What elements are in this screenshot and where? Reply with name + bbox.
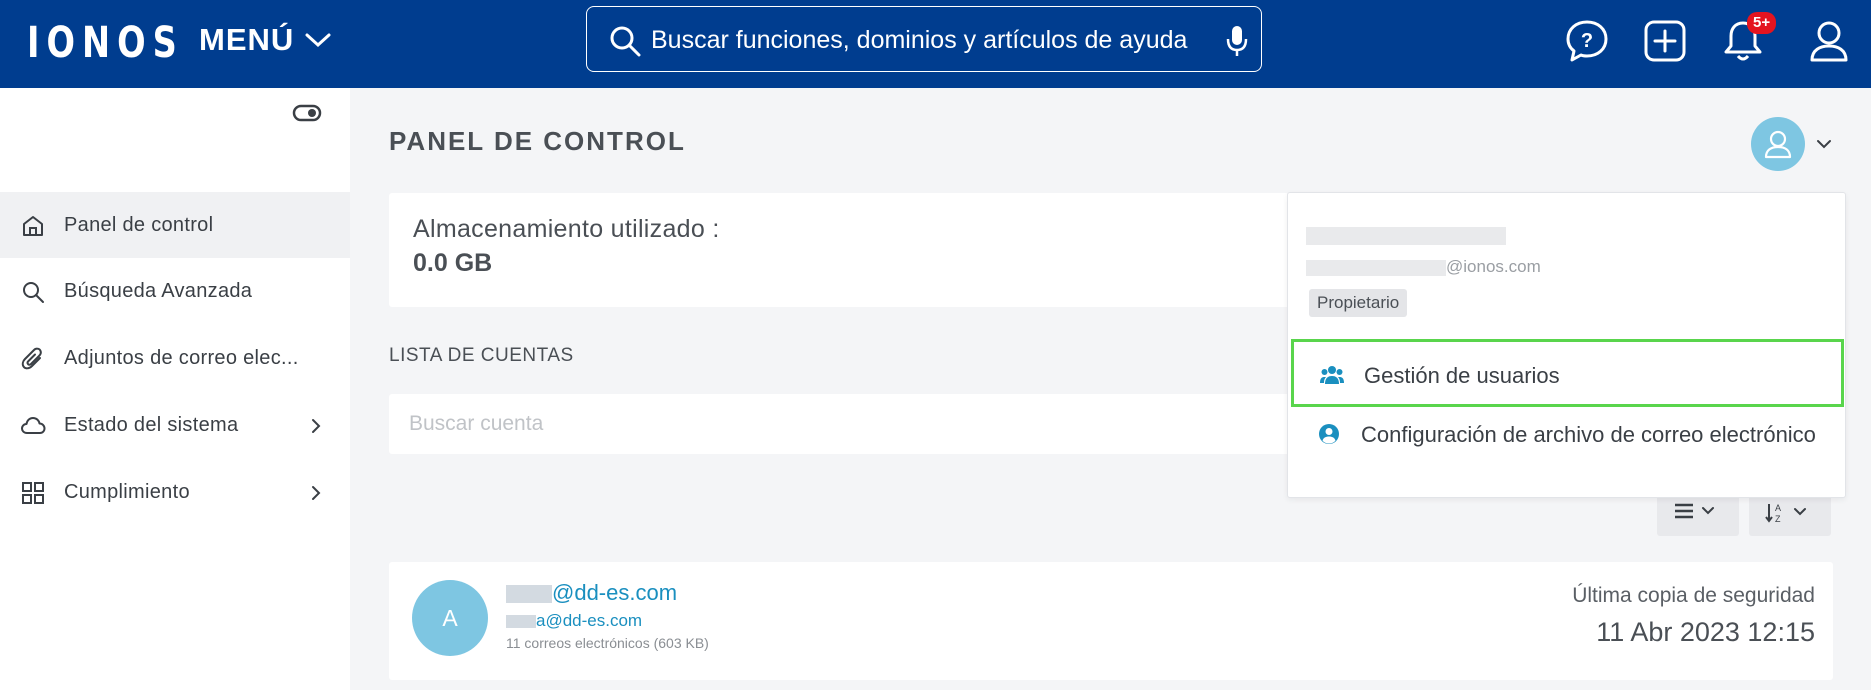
top-bar: IONOS MENÚ ? 5+ [0,0,1871,88]
backup-date: 11 Abr 2023 12:15 [1596,617,1815,647]
grid-icon [22,482,44,504]
user-circle-icon [1319,424,1339,444]
redacted-text [506,585,552,603]
role-badge: Propietario [1309,289,1408,317]
account-row[interactable]: A @dd-es.com a@dd-es.com 11 correos elec… [389,562,1833,680]
sidebar-item-cumplimiento[interactable]: Cumplimiento [0,459,350,525]
user-outline-icon [1764,130,1792,159]
menu-button[interactable]: MENÚ [199,22,332,58]
menu-item-configuracion-archivo[interactable]: Configuración de archivo de correo elect… [1291,401,1844,469]
account-email[interactable]: @dd-es.com [506,580,677,606]
add-icon[interactable] [1642,18,1688,64]
menu-item-gestion-usuarios[interactable]: Gestión de usuarios [1291,339,1844,407]
global-search [586,6,1262,72]
cloud-icon [21,417,46,434]
user-email: @ionos.com [1306,257,1541,277]
chevron-down-icon [305,33,331,48]
user-avatar-button[interactable] [1751,117,1805,171]
storage-value: 0.0 GB [413,249,493,277]
menu-item-label: Configuración de archivo de correo elect… [1361,422,1816,447]
paperclip-icon [21,347,42,370]
account-avatar: A [412,580,488,656]
page-title: PANEL DE CONTROL [389,126,686,156]
search-icon [610,26,641,57]
account-mail-count: 11 correos electrónicos (603 KB) [506,635,709,651]
chevron-right-icon [312,419,321,433]
help-icon[interactable]: ? [1564,18,1610,64]
menu-label: MENÚ [199,22,295,57]
sidebar-item-adjuntos[interactable]: Adjuntos de correo elec... [0,325,350,391]
sidebar-item-label: Estado del sistema [64,413,239,436]
chevron-right-icon [312,486,321,500]
ionos-logo[interactable]: IONOS [27,18,184,68]
menu-item-label: Gestión de usuarios [1364,363,1560,388]
svg-text:?: ? [1581,30,1593,52]
accounts-list-title: LISTA DE CUENTAS [389,345,574,366]
account-secondary-email: a@dd-es.com [506,611,642,631]
list-icon [1675,503,1714,519]
redacted-text [506,614,536,629]
sidebar-item-label: Panel de control [64,213,214,236]
chevron-down-icon[interactable] [1815,137,1833,151]
storage-card: Almacenamiento utilizado : 0.0 GB [389,193,1289,307]
svg-text:A: A [1775,503,1781,513]
backup-label: Última copia de seguridad [1572,584,1815,607]
search-icon [23,282,44,303]
home-icon [23,216,43,236]
notification-badge: 5+ [1747,12,1777,34]
account-search-input[interactable] [409,404,1309,444]
global-search-input[interactable] [651,19,1191,61]
sort-az-icon: AZ [1765,503,1806,524]
redacted-text [1306,259,1446,276]
sidebar-item-label: Adjuntos de correo elec... [64,346,299,369]
microphone-icon[interactable] [1226,25,1248,57]
sidebar-item-label: Cumplimiento [64,480,190,503]
sidebar-item-estado-del-sistema[interactable]: Estado del sistema [0,392,350,458]
redacted-user-name [1306,227,1506,245]
user-icon[interactable] [1806,18,1852,64]
sidebar-toggle-icon[interactable] [292,103,322,123]
sidebar: Panel de control Búsqueda Avanzada Adjun… [0,88,350,690]
sidebar-item-busqueda-avanzada[interactable]: Búsqueda Avanzada [0,258,350,324]
users-icon [1320,366,1344,384]
sidebar-item-panel-de-control[interactable]: Panel de control [0,192,350,258]
storage-label: Almacenamiento utilizado : [413,215,720,243]
user-dropdown-menu: @ionos.com Propietario Gestión de usuari… [1287,192,1846,498]
svg-text:Z: Z [1775,514,1781,524]
sidebar-item-label: Búsqueda Avanzada [64,279,253,302]
